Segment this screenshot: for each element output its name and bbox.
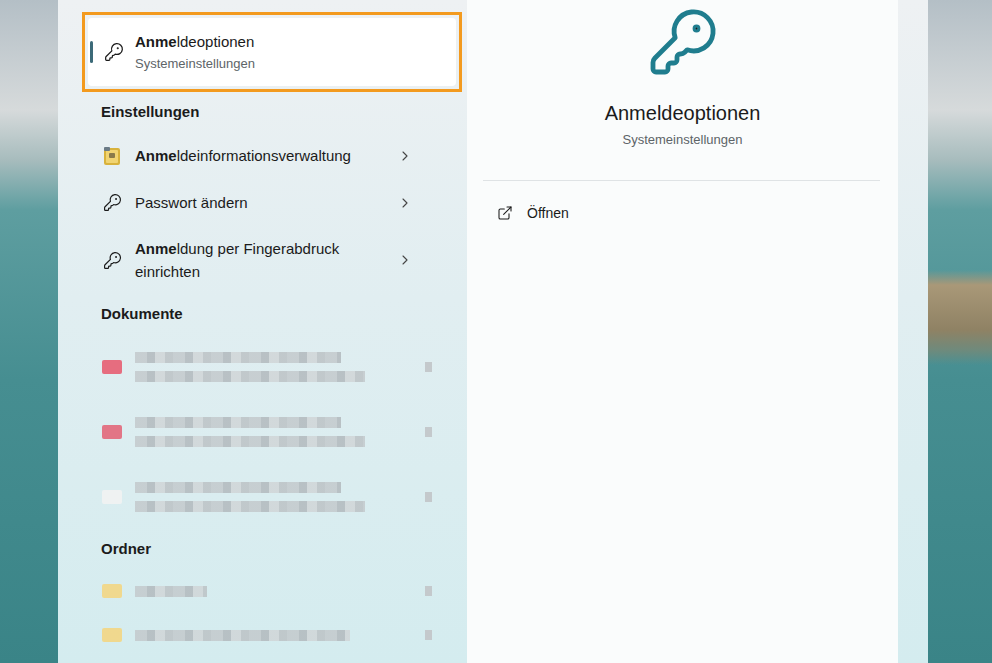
- best-match-title: Anmeldeoptionen: [135, 32, 255, 52]
- document-icon: [102, 425, 122, 439]
- key-icon: [104, 42, 124, 62]
- chevron-right-icon[interactable]: [397, 195, 413, 211]
- redacted-text: [135, 630, 350, 641]
- folder-row[interactable]: [82, 569, 442, 613]
- label-segment: Anme: [135, 240, 177, 257]
- folder-row[interactable]: [82, 613, 442, 657]
- redacted-text: [135, 482, 413, 512]
- document-icon: [102, 360, 122, 374]
- redacted-mark: [425, 427, 432, 437]
- redacted-mark: [425, 492, 432, 502]
- document-row[interactable]: [82, 399, 442, 464]
- document-row[interactable]: [82, 334, 442, 399]
- results-pane: AnmeldeoptionenSystemeinstellungenEinste…: [58, 0, 465, 663]
- label-segment: ldeinformationsverwaltung: [177, 147, 351, 164]
- key-icon: [103, 193, 122, 212]
- divider: [483, 180, 880, 181]
- open-action[interactable]: Öffnen: [497, 195, 898, 231]
- preview-area: Anmeldeoptionen Systemeinstellungen Öffnen: [465, 0, 928, 663]
- credential-manager-icon: [103, 146, 121, 166]
- redacted-text: [135, 417, 413, 447]
- document-row[interactable]: [82, 464, 442, 529]
- key-icon: [647, 6, 719, 78]
- best-match-subtitle: Systemeinstellungen: [135, 56, 255, 72]
- label-segment: Anme: [135, 147, 177, 164]
- wallpaper: [928, 0, 992, 663]
- label-segment: ldeoptionen: [177, 33, 255, 50]
- open-external-icon: [497, 205, 513, 221]
- section-heading: Ordner: [82, 529, 465, 569]
- chevron-right-icon[interactable]: [397, 252, 413, 268]
- redacted-mark: [425, 586, 432, 596]
- folder-icon: [102, 628, 122, 642]
- setting-row[interactable]: Anmeldung per Fingerabdruck einrichten: [82, 226, 442, 294]
- action-list: Öffnen: [467, 181, 898, 231]
- highlight-box: Anmeldeoptionen Systemeinstellungen: [82, 12, 462, 92]
- desktop: AnmeldeoptionenSystemeinstellungenEinste…: [0, 0, 992, 663]
- selection-indicator: [90, 41, 93, 63]
- preview-title: Anmeldeoptionen: [605, 100, 761, 126]
- search-panel: AnmeldeoptionenSystemeinstellungenEinste…: [58, 0, 928, 663]
- redacted-mark: [425, 630, 432, 640]
- redacted-text: [135, 586, 268, 597]
- redacted-mark: [425, 362, 432, 372]
- section-heading: Einstellungen: [82, 92, 465, 132]
- section-heading: Dokumente: [82, 294, 465, 334]
- setting-label: Anmeldung per Fingerabdruck einrichten: [135, 237, 385, 283]
- setting-label: Passwort ändern: [135, 191, 385, 214]
- document-icon: [102, 490, 122, 504]
- setting-row[interactable]: Passwort ändern: [82, 179, 442, 226]
- label-segment: Anme: [135, 33, 177, 50]
- key-icon: [103, 251, 122, 270]
- action-label: Öffnen: [527, 205, 569, 221]
- setting-label: Anmeldeinformationsverwaltung: [135, 144, 385, 167]
- folder-icon: [102, 584, 122, 598]
- redacted-text: [135, 352, 413, 382]
- best-match-card[interactable]: Anmeldeoptionen Systemeinstellungen: [88, 18, 456, 86]
- preview-card: Anmeldeoptionen Systemeinstellungen Öffnen: [467, 0, 898, 663]
- chevron-right-icon[interactable]: [397, 148, 413, 164]
- label-segment: Passwort ändern: [135, 194, 248, 211]
- preview-subtitle: Systemeinstellungen: [623, 132, 743, 148]
- setting-row[interactable]: Anmeldeinformationsverwaltung: [82, 132, 442, 179]
- wallpaper: [0, 0, 58, 663]
